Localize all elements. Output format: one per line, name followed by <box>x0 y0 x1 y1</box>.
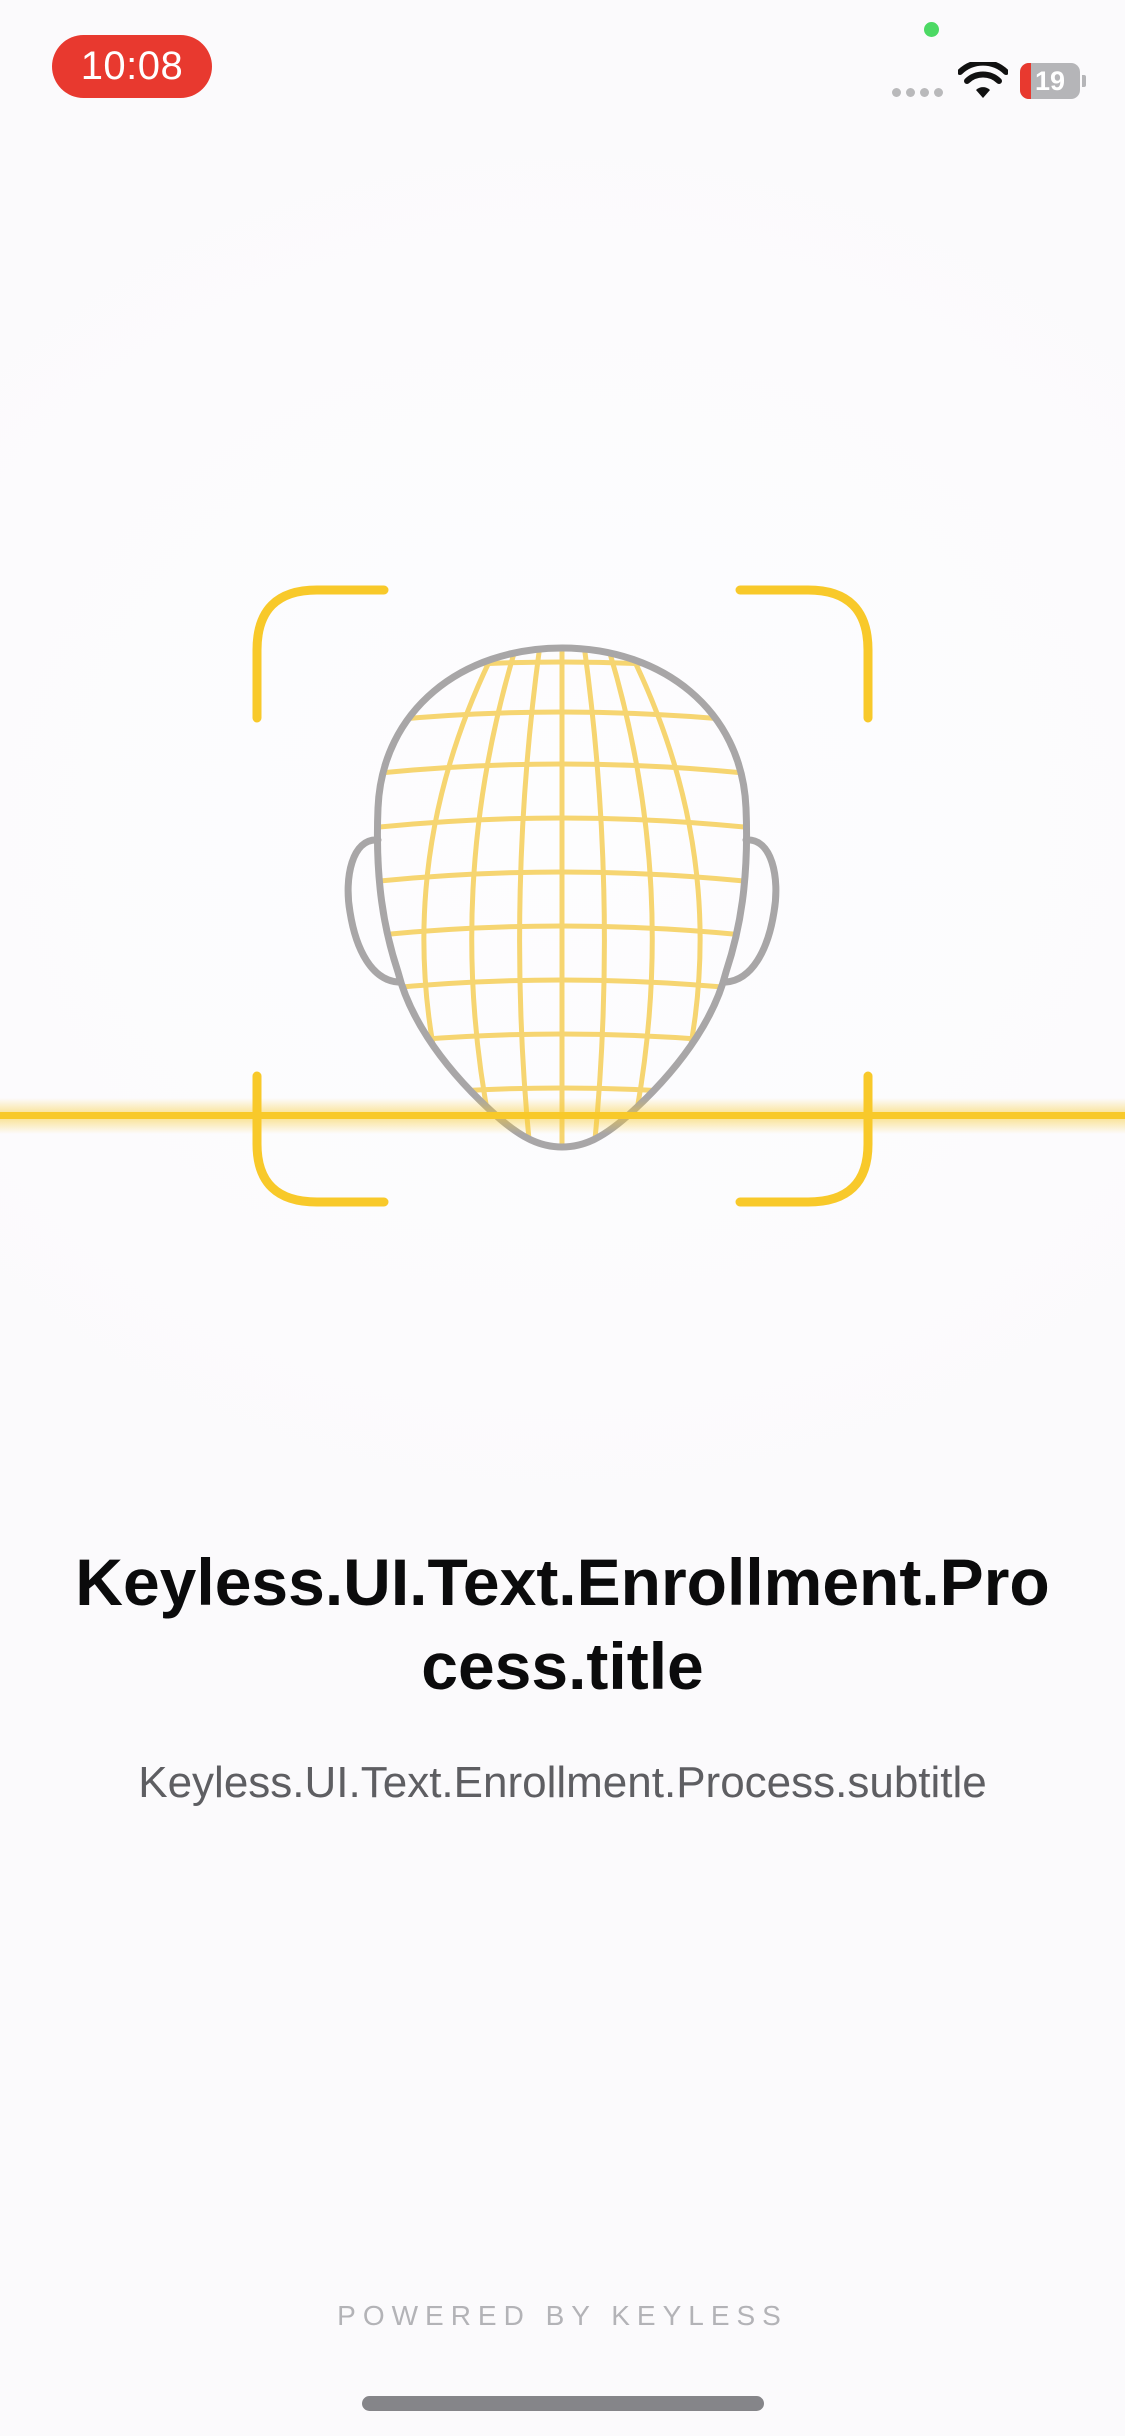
battery-icon: 19 <box>1020 63 1086 99</box>
home-indicator[interactable] <box>362 2396 764 2411</box>
battery-level: 19 <box>1034 66 1066 96</box>
privacy-indicator-icon <box>924 22 939 37</box>
scan-frame-top-right <box>735 585 873 723</box>
left-ear <box>344 836 402 986</box>
enrollment-subtitle: Keyless.UI.Text.Enrollment.Process.subti… <box>138 1758 987 1807</box>
scan-frame-bottom-right <box>735 1071 873 1207</box>
right-ear <box>722 836 780 986</box>
scan-frame-top-left <box>252 585 389 723</box>
powered-by-label: POWERED BY KEYLESS <box>337 2300 788 2331</box>
enrollment-screen: 10:08 19 Keyless.UI.Text.Enrollment.Proc… <box>0 0 1125 2436</box>
status-bar: 10:08 19 <box>0 0 1125 132</box>
scan-frame-bottom-left <box>252 1071 389 1207</box>
enrollment-title: Keyless.UI.Text.Enrollment.Process.title <box>75 1545 1050 1703</box>
scan-line <box>0 1112 1125 1119</box>
wifi-icon <box>958 62 1008 98</box>
status-time[interactable]: 10:08 <box>52 35 212 98</box>
cellular-signal-icon <box>892 88 944 98</box>
face-mesh <box>377 648 747 1147</box>
face-scan-icon <box>0 585 1125 1207</box>
